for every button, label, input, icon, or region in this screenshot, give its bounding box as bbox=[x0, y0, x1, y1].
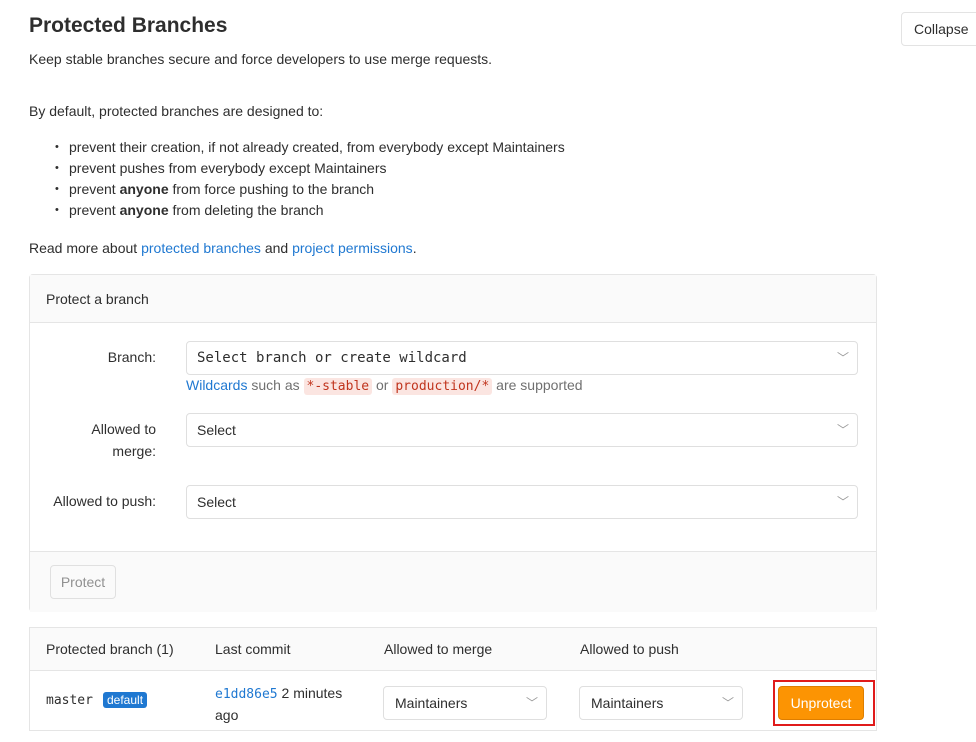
column-header: Last commit bbox=[215, 641, 291, 657]
list-item: prevent pushes from everybody except Mai… bbox=[55, 158, 565, 179]
chevron-down-icon: ﹀ bbox=[525, 696, 538, 710]
chevron-down-icon: ﹀ bbox=[836, 423, 849, 437]
allowed-to-push-label: Allowed to push: bbox=[53, 493, 156, 509]
push-access-select[interactable]: Maintainers ﹀ bbox=[579, 686, 743, 720]
page-title: Protected Branches bbox=[29, 14, 228, 37]
table-header: Protected branch (1) Last commit Allowed… bbox=[30, 628, 876, 671]
table-row: master default e1dd86e5 2 minutes ago Mai… bbox=[30, 671, 876, 731]
branch-name: master bbox=[46, 693, 93, 708]
read-more-text: Read more about protected branches and p… bbox=[29, 240, 417, 256]
column-header: Allowed to merge bbox=[384, 641, 493, 657]
list-item: prevent their creation, if not already c… bbox=[55, 137, 565, 158]
protect-branch-card: Protect a branch Branch: Select branch o… bbox=[29, 274, 877, 612]
allowed-to-merge-select[interactable]: Select ﹀ bbox=[186, 413, 858, 447]
branch-label: Branch: bbox=[107, 349, 156, 365]
allowed-to-merge-label: Allowed to merge: bbox=[91, 421, 156, 459]
branch-select[interactable]: Select branch or create wildcard ﹀ bbox=[186, 341, 858, 375]
card-footer: Protect bbox=[30, 551, 876, 612]
project-permissions-link[interactable]: project permissions bbox=[292, 240, 413, 256]
protected-branches-table: Protected branch (1) Last commit Allowed… bbox=[29, 627, 877, 731]
default-badge: default bbox=[103, 692, 148, 708]
chevron-down-icon: ﹀ bbox=[721, 696, 734, 710]
chevron-down-icon: ﹀ bbox=[836, 495, 849, 509]
collapse-button[interactable]: Collapse bbox=[901, 12, 976, 46]
list-item: prevent anyone from deleting the branch bbox=[55, 200, 565, 221]
rules-list: prevent their creation, if not already c… bbox=[29, 137, 565, 221]
chevron-down-icon: ﹀ bbox=[836, 351, 849, 365]
protect-button[interactable]: Protect bbox=[50, 565, 116, 599]
merge-access-select[interactable]: Maintainers ﹀ bbox=[383, 686, 547, 720]
last-commit: e1dd86e5 2 minutes ago bbox=[215, 685, 343, 723]
protected-branches-link[interactable]: protected branches bbox=[141, 240, 261, 256]
unprotect-button[interactable]: Unprotect bbox=[778, 686, 864, 720]
allowed-to-push-select[interactable]: Select ﹀ bbox=[186, 485, 858, 519]
card-title: Protect a branch bbox=[30, 275, 876, 323]
wildcards-link[interactable]: Wildcards bbox=[186, 377, 247, 393]
description-intro: By default, protected branches are desig… bbox=[29, 103, 324, 119]
column-header: Allowed to push bbox=[580, 641, 679, 657]
column-header: Protected branch (1) bbox=[46, 641, 174, 657]
commit-sha-link[interactable]: e1dd86e5 bbox=[215, 685, 278, 702]
section-lead: Keep stable branches secure and force de… bbox=[29, 51, 493, 67]
highlight-box: Unprotect bbox=[773, 680, 875, 726]
list-item: prevent anyone from force pushing to the… bbox=[55, 179, 565, 200]
wildcard-hint: Wildcards such as *-stable or production… bbox=[186, 377, 583, 395]
